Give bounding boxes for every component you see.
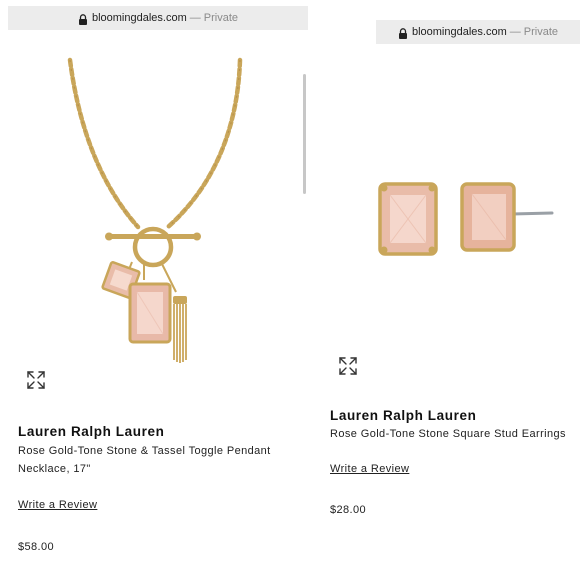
lock-icon	[398, 27, 407, 39]
product-name[interactable]: Rose Gold-Tone Stone & Tassel Toggle Pen…	[18, 442, 308, 478]
url-domain: bloomingdales.com	[91, 12, 187, 24]
product-brand[interactable]: Lauren Ralph Lauren	[18, 424, 164, 439]
scroll-indicator[interactable]	[303, 74, 306, 194]
lock-icon	[78, 13, 87, 25]
url-domain: bloomingdales.com	[411, 26, 507, 38]
left-product-panel: bloomingdales.com — Private Lauren Ralph…	[0, 0, 310, 558]
earrings-product-image[interactable]	[362, 140, 562, 300]
necklace-product-image[interactable]	[40, 52, 270, 382]
write-review-link[interactable]: Write a Review	[18, 499, 97, 511]
product-name[interactable]: Rose Gold-Tone Stone Square Stud Earring…	[330, 425, 580, 443]
url-bar[interactable]: bloomingdales.com — Private	[376, 20, 580, 44]
expand-icon[interactable]	[26, 370, 46, 390]
url-bar[interactable]: bloomingdales.com — Private	[8, 6, 308, 30]
right-product-panel: bloomingdales.com — Private Lauren Ralph…	[322, 0, 580, 560]
url-private-label: — Private	[189, 12, 239, 24]
product-price: $28.00	[330, 504, 367, 516]
url-private-label: — Private	[509, 26, 559, 38]
write-review-link[interactable]: Write a Review	[330, 463, 409, 475]
expand-icon[interactable]	[338, 356, 358, 376]
product-brand[interactable]: Lauren Ralph Lauren	[330, 408, 476, 423]
product-price: $58.00	[18, 541, 55, 553]
